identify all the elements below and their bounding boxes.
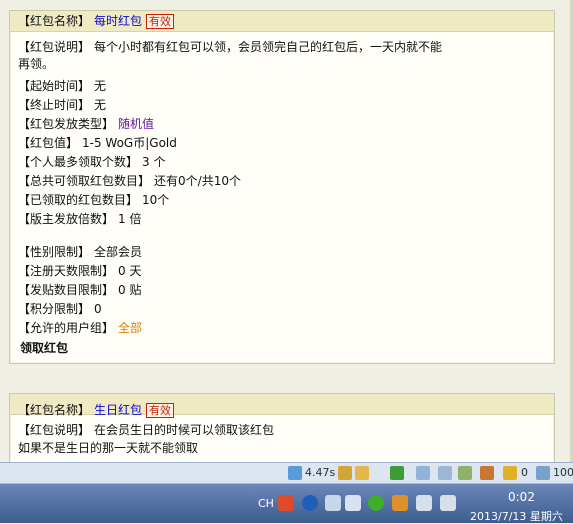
- max-row: 【个人最多领取个数】 3 个: [18, 154, 165, 170]
- desc-continued: 再领。: [18, 57, 55, 71]
- points-row: 【积分限制】 0: [18, 301, 102, 317]
- multiplier-label: 【版主发放倍数】: [18, 212, 115, 226]
- clock-time[interactable]: 0:02: [508, 490, 535, 504]
- zoom-icon[interactable]: [536, 465, 550, 481]
- posts-row: 【发贴数目限制】 0 贴: [18, 282, 141, 298]
- lightning-icon[interactable]: [288, 465, 302, 481]
- sound-icon[interactable]: [416, 465, 430, 481]
- arrow-down-icon[interactable]: [390, 465, 404, 481]
- total-value: 还有0个/共10个: [154, 174, 241, 188]
- name-label: 【红包名称】: [18, 403, 91, 417]
- type-value: 随机值: [118, 117, 155, 131]
- eye-icon[interactable]: [480, 465, 494, 481]
- desc-value: 每个小时都有红包可以领，会员领完自己的红包后，一天内就不能: [94, 40, 443, 54]
- system-taskbar: CH 0:02 2013/7/13 星期六: [0, 483, 573, 523]
- desc-value: 在会员生日的时候可以领取该红包: [94, 423, 275, 437]
- red-packet-card-birthday: 【红包名称】 生日红包 有效 【红包说明】 在会员生日的时候可以领取该红包 如果不是生…: [9, 393, 555, 472]
- download-icon[interactable]: [338, 465, 352, 481]
- points-label: 【积分限制】: [18, 302, 91, 316]
- name-row: 【红包名称】 生日红包 有效: [18, 402, 175, 418]
- status-badge: 有效: [146, 14, 175, 29]
- camera-icon[interactable]: [438, 465, 452, 481]
- packet-name-link[interactable]: 生日红包: [94, 403, 142, 417]
- claimed-label: 【已领取的红包数目】: [18, 193, 139, 207]
- language-indicator[interactable]: CH: [258, 497, 274, 510]
- groups-row: 【允许的用户组】 全部: [18, 320, 142, 336]
- load-time: 4.47s: [305, 466, 336, 479]
- type-label: 【红包发放类型】: [18, 117, 115, 131]
- regdays-value: 0 天: [118, 264, 142, 278]
- start-label: 【起始时间】: [18, 79, 91, 93]
- plus-icon[interactable]: [368, 495, 384, 511]
- multiplier-row: 【版主发放倍数】 1 倍: [18, 211, 141, 227]
- red-packet-card-hourly: 【红包名称】 每时红包 有效 【红包说明】 每个小时都有红包可以领，会员领完自己的红包…: [9, 10, 555, 364]
- zoom-level: 100: [553, 466, 573, 479]
- gender-label: 【性别限制】: [18, 245, 91, 259]
- gender-row: 【性别限制】 全部会员: [18, 244, 142, 260]
- desc-row: 【红包说明】 在会员生日的时候可以领取该红包: [18, 422, 274, 438]
- amount-row: 【红包值】 1-5 WoG币|Gold: [18, 135, 177, 151]
- posts-value: 0 贴: [118, 283, 142, 297]
- name-row: 【红包名称】 每时红包 有效: [18, 13, 175, 29]
- desc-label: 【红包说明】: [18, 40, 91, 54]
- amount-label: 【红包值】: [18, 136, 79, 150]
- status-badge: 有效: [146, 403, 175, 418]
- gender-value: 全部会员: [94, 245, 143, 259]
- packet-name-link[interactable]: 每时红包: [94, 14, 142, 28]
- chevron-icon[interactable]: [345, 495, 361, 511]
- network-icon[interactable]: [416, 495, 432, 511]
- counter-value: 0: [521, 466, 528, 479]
- regdays-label: 【注册天数限制】: [18, 264, 115, 278]
- app-tray-icon[interactable]: [392, 495, 408, 511]
- window-icon[interactable]: [458, 465, 472, 481]
- start-value: 无: [94, 79, 107, 93]
- claim-button[interactable]: 领取红包: [20, 340, 68, 356]
- volume-icon[interactable]: [440, 495, 456, 511]
- multiplier-value: 1 倍: [118, 212, 142, 226]
- desc-label: 【红包说明】: [18, 423, 91, 437]
- claimed-row: 【已领取的红包数目】 10个: [18, 192, 169, 208]
- groups-value: 全部: [118, 321, 143, 335]
- total-row: 【总共可领取红包数目】 还有0个/共10个: [18, 173, 241, 189]
- desc-row: 【红包说明】 每个小时都有红包可以领，会员领完自己的红包后，一天内就不能: [18, 39, 442, 55]
- groups-label: 【允许的用户组】: [18, 321, 115, 335]
- claimed-value: 10个: [142, 193, 170, 207]
- posts-label: 【发贴数目限制】: [18, 283, 115, 297]
- points-value: 0: [94, 302, 102, 316]
- help-icon[interactable]: [302, 495, 318, 511]
- name-label: 【红包名称】: [18, 14, 91, 28]
- start-time-row: 【起始时间】无: [18, 78, 106, 94]
- regdays-row: 【注册天数限制】 0 天: [18, 263, 141, 279]
- total-label: 【总共可领取红包数目】: [18, 174, 151, 188]
- shield-icon[interactable]: [503, 465, 517, 481]
- options-icon[interactable]: [325, 495, 341, 511]
- end-value: 无: [94, 98, 107, 112]
- person-icon[interactable]: [355, 465, 369, 481]
- end-time-row: 【终止时间】无: [18, 97, 106, 113]
- type-row: 【红包发放类型】 随机值: [18, 116, 154, 132]
- desc-continued: 如果不是生日的那一天就不能领取: [18, 441, 199, 455]
- browser-status-bar: 4.47s 0 100: [0, 462, 573, 483]
- end-label: 【终止时间】: [18, 98, 91, 112]
- max-label: 【个人最多领取个数】: [18, 155, 139, 169]
- amount-value: 1-5 WoG币|Gold: [82, 136, 177, 150]
- ime-icon[interactable]: [278, 495, 294, 511]
- max-value: 3 个: [142, 155, 166, 169]
